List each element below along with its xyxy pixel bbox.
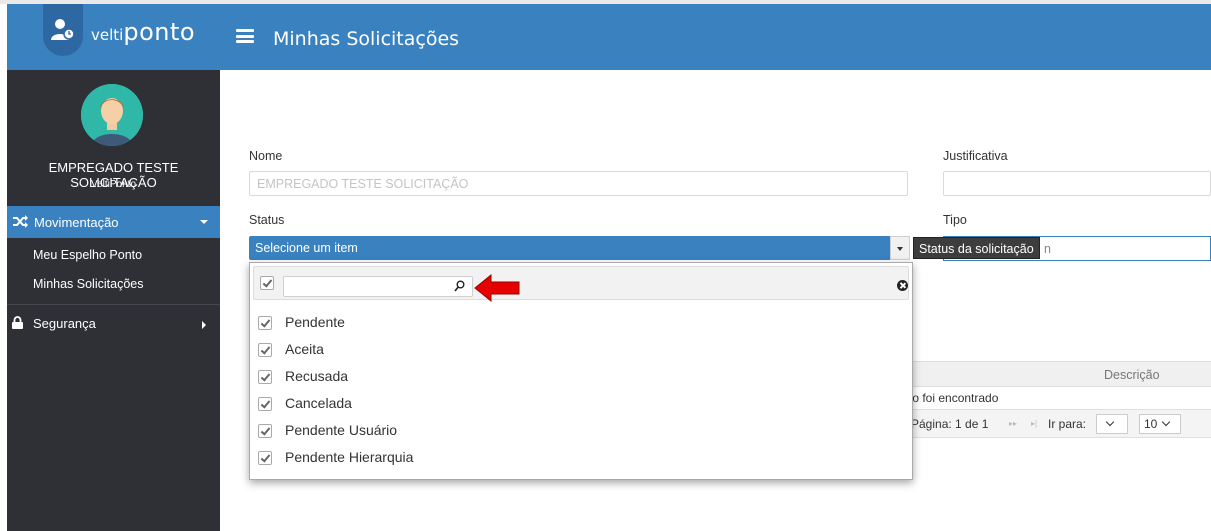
option-label: Aceita (285, 341, 324, 357)
nav-movimentacao-label: Movimentação (34, 215, 119, 230)
nav-seguranca-label: Segurança (33, 316, 96, 331)
brand-name: ponto (123, 18, 196, 46)
brand-prefix: velti (91, 26, 124, 44)
option-label: Pendente Usuário (285, 422, 398, 438)
nav-item-minhas-solicitacoes[interactable]: Minhas Solicitações (33, 277, 143, 291)
option-label: Pendente Hierarquia (285, 449, 414, 465)
chevron-down-icon[interactable] (890, 236, 910, 260)
option-checkbox[interactable] (258, 397, 272, 411)
user-company: VeltiPonto (90, 179, 137, 190)
sidebar: veltiponto EMPREGADO TESTE SOLICITAÇÃO V… (7, 4, 220, 531)
chevron-down-icon (200, 220, 208, 224)
nome-label: Nome (249, 149, 283, 163)
page-size-select[interactable]: 10 (1139, 414, 1181, 434)
nav-divider (7, 304, 220, 305)
top-header: Minhas Solicitações (220, 4, 1211, 70)
tipo-label: Tipo (943, 213, 967, 227)
page-size-value: 10 (1144, 417, 1158, 431)
option-label: Recusada (285, 368, 349, 384)
chevron-down-icon (1105, 417, 1115, 427)
grid-empty-message: tro foi encontrado (905, 391, 999, 405)
dropdown-header (253, 266, 909, 300)
pager: Página: 1 de 1 ▸▸ ▸| Ir para: 10 (905, 409, 1211, 438)
chevron-down-icon (1162, 417, 1171, 427)
option-recusada[interactable]: Recusada (258, 367, 898, 387)
option-pendente[interactable]: Pendente (258, 313, 898, 333)
goto-label: Ir para: (1048, 417, 1087, 431)
close-icon[interactable] (897, 280, 908, 291)
status-select-value: Selecione um item (255, 241, 358, 255)
option-label: Pendente (285, 314, 345, 330)
brand-header[interactable]: veltiponto (7, 4, 220, 70)
page-info: Página: 1 de 1 (911, 417, 989, 431)
status-label: Status (249, 213, 285, 227)
option-checkbox[interactable] (258, 424, 272, 438)
brand-logo: veltiponto (91, 18, 195, 46)
nav-movimentacao[interactable]: Movimentação (7, 206, 220, 238)
option-checkbox[interactable] (258, 343, 272, 357)
menu-icon[interactable] (236, 29, 254, 43)
column-descricao[interactable]: Descrição (1104, 368, 1160, 382)
avatar (81, 84, 143, 146)
chevron-right-icon (202, 321, 206, 329)
annotation-arrow-icon (474, 273, 520, 305)
app-root: veltiponto EMPREGADO TESTE SOLICITAÇÃO V… (0, 0, 1211, 531)
status-select[interactable]: Selecione um item (249, 236, 910, 260)
status-tooltip: Status da solicitação (913, 237, 1040, 259)
search-icon (454, 280, 465, 295)
nome-field[interactable]: EMPREGADO TESTE SOLICITAÇÃO (249, 171, 908, 196)
option-checkbox[interactable] (258, 316, 272, 330)
option-checkbox[interactable] (258, 451, 272, 465)
option-pendente-usuario[interactable]: Pendente Usuário (258, 421, 898, 441)
option-aceita[interactable]: Aceita (258, 340, 898, 360)
status-dropdown-panel: Pendente Aceita Recusada Cancelada Pende… (249, 262, 913, 480)
nav-item-meu-espelho[interactable]: Meu Espelho Ponto (33, 248, 142, 262)
select-all-checkbox[interactable] (260, 276, 274, 290)
page-title: Minhas Solicitações (273, 28, 460, 50)
justificativa-label: Justificativa (943, 149, 1008, 163)
justificativa-field[interactable] (943, 171, 1211, 196)
option-pendente-hierarquia[interactable]: Pendente Hierarquia (258, 448, 898, 468)
grid-header: Descrição (905, 361, 1211, 387)
last-page-icon[interactable]: ▸| (1031, 419, 1037, 428)
next-page-icon[interactable]: ▸▸ (1009, 419, 1017, 428)
goto-select[interactable] (1096, 414, 1128, 434)
dropdown-search-input[interactable] (283, 276, 473, 297)
nav-seguranca[interactable]: Segurança (7, 314, 220, 338)
shuffle-icon (13, 215, 28, 231)
option-checkbox[interactable] (258, 370, 272, 384)
tipo-select-value: n (1044, 242, 1051, 256)
option-cancelada[interactable]: Cancelada (258, 394, 898, 414)
lock-icon (12, 316, 23, 332)
logo-icon (43, 4, 83, 56)
option-label: Cancelada (285, 395, 352, 411)
